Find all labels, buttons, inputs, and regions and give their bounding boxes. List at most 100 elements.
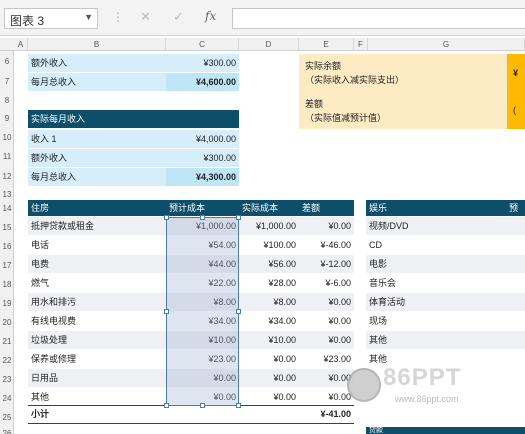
row-header[interactable]: 20 bbox=[0, 318, 14, 327]
entertainment-item-cell[interactable]: 现场 bbox=[366, 312, 506, 330]
actual-cost-cell[interactable]: ¥100.00 bbox=[239, 236, 299, 254]
expense-label-cell[interactable]: 保养或修理 bbox=[28, 350, 166, 368]
chevron-down-icon[interactable]: ▼ bbox=[84, 12, 93, 22]
row-header[interactable]: 18 bbox=[0, 280, 14, 289]
selection-handle[interactable] bbox=[236, 309, 241, 314]
actual-cost-cell[interactable]: ¥1,000.00 bbox=[239, 217, 299, 235]
income-label-cell[interactable]: 额外收入 bbox=[28, 54, 166, 72]
column-header-b[interactable]: B bbox=[28, 38, 166, 51]
expense-label-cell[interactable]: 其他 bbox=[28, 388, 166, 406]
actual-cost-cell[interactable]: ¥28.00 bbox=[239, 274, 299, 292]
actual-cost-cell[interactable]: ¥10.00 bbox=[239, 331, 299, 349]
actual-income-label-cell[interactable]: 额外收入 bbox=[28, 149, 166, 167]
row-header[interactable]: 10 bbox=[0, 133, 14, 142]
row-header[interactable]: 14 bbox=[0, 204, 14, 213]
row-header[interactable]: 15 bbox=[0, 223, 14, 232]
actual-income-title[interactable]: 实际每月收入 bbox=[28, 110, 239, 128]
column-header-g[interactable]: G bbox=[368, 38, 525, 51]
column-header-e[interactable]: E bbox=[299, 38, 354, 51]
entertainment-estimated-header[interactable]: 预计 bbox=[506, 200, 525, 216]
income-label-cell[interactable]: 每月总收入 bbox=[28, 73, 166, 91]
row-header[interactable]: 24 bbox=[0, 394, 14, 403]
row-header[interactable]: 21 bbox=[0, 337, 14, 346]
row-header[interactable]: 19 bbox=[0, 299, 14, 308]
expense-label-cell[interactable]: 有线电视费 bbox=[28, 312, 166, 330]
selection-handle[interactable] bbox=[236, 403, 241, 408]
selection-handle[interactable] bbox=[200, 403, 205, 408]
entertainment-header[interactable]: 娱乐 bbox=[366, 200, 506, 216]
insert-function-icon[interactable]: fx bbox=[205, 9, 216, 23]
difference-cell[interactable]: ¥-6.00 bbox=[299, 274, 354, 292]
difference-cell[interactable]: ¥0.00 bbox=[299, 217, 354, 235]
row-header[interactable]: 9 bbox=[0, 114, 14, 123]
income-value-cell[interactable]: ¥300.00 bbox=[166, 54, 239, 72]
column-header-d[interactable]: D bbox=[239, 38, 299, 51]
row-header[interactable]: 12 bbox=[0, 172, 14, 181]
selection-handle[interactable] bbox=[236, 215, 241, 220]
column-header-a[interactable]: A bbox=[14, 38, 28, 51]
actual-cost-cell[interactable]: ¥56.00 bbox=[239, 255, 299, 273]
selection-handle[interactable] bbox=[164, 309, 169, 314]
actual-cost-cell[interactable]: ¥0.00 bbox=[239, 388, 299, 406]
actual-income-value-cell[interactable]: ¥4,000.00 bbox=[166, 130, 239, 148]
entertainment-item-cell[interactable]: CD bbox=[366, 236, 506, 254]
difference-cell[interactable]: ¥0.00 bbox=[299, 312, 354, 330]
expense-label-cell[interactable]: 燃气 bbox=[28, 274, 166, 292]
actual-cost-cell[interactable]: ¥0.00 bbox=[239, 369, 299, 387]
housing-header[interactable]: 住房 bbox=[28, 200, 166, 216]
difference-header[interactable]: 差额 bbox=[299, 200, 354, 216]
actual-cost-cell[interactable]: ¥8.00 bbox=[239, 293, 299, 311]
row-header[interactable]: 11 bbox=[0, 152, 14, 161]
difference-cell[interactable]: ¥-12.00 bbox=[299, 255, 354, 273]
actual-income-total-cell[interactable]: ¥4,300.00 bbox=[166, 168, 239, 186]
balance-panel[interactable]: 实际余额 （实际收入减实际支出） bbox=[299, 54, 507, 92]
actual-cost-header[interactable]: 实际成本 bbox=[239, 200, 299, 216]
row-header[interactable]: 16 bbox=[0, 242, 14, 251]
column-header-f[interactable]: F bbox=[354, 38, 368, 51]
name-box[interactable]: 图表 3 ▼ bbox=[4, 8, 98, 29]
entertainment-item-cell[interactable]: 音乐会 bbox=[366, 274, 506, 292]
entertainment-item-cell[interactable]: 其他 bbox=[366, 331, 506, 349]
expense-label-cell[interactable]: 抵押贷款或租金 bbox=[28, 217, 166, 235]
expense-label-cell[interactable]: 日用品 bbox=[28, 369, 166, 387]
expense-label-cell[interactable]: 垃圾处理 bbox=[28, 331, 166, 349]
entertainment-item-cell[interactable]: 视频/DVD bbox=[366, 217, 506, 235]
difference-cell[interactable]: ¥-46.00 bbox=[299, 236, 354, 254]
expense-label-cell[interactable]: 电话 bbox=[28, 236, 166, 254]
actual-income-value-cell[interactable]: ¥300.00 bbox=[166, 149, 239, 167]
formula-input[interactable] bbox=[232, 8, 525, 29]
actual-income-label-cell[interactable]: 收入 1 bbox=[28, 130, 166, 148]
row-header[interactable]: 22 bbox=[0, 356, 14, 365]
entertainment-item-cell[interactable]: 电影 bbox=[366, 255, 506, 273]
actual-cost-cell[interactable]: ¥34.00 bbox=[239, 312, 299, 330]
expense-label-cell[interactable]: 用水和排污 bbox=[28, 293, 166, 311]
cancel-icon[interactable]: ✕ bbox=[140, 9, 151, 25]
expense-label-cell[interactable]: 电费 bbox=[28, 255, 166, 273]
selection-handle[interactable] bbox=[200, 215, 205, 220]
entertainment-item-cell[interactable]: 体育活动 bbox=[366, 293, 506, 311]
row-header[interactable]: 13 bbox=[0, 190, 14, 199]
loan-header-partial[interactable]: 贷款 bbox=[366, 427, 525, 434]
selection-handle[interactable] bbox=[164, 215, 169, 220]
estimated-cost-header[interactable]: 预计成本 bbox=[166, 200, 239, 216]
enter-icon[interactable]: ✓ bbox=[173, 9, 184, 25]
income-total-cell[interactable]: ¥4,600.00 bbox=[166, 73, 239, 91]
row-header[interactable]: 23 bbox=[0, 375, 14, 384]
difference-panel[interactable]: 差额 （实际值减预计值） bbox=[299, 92, 507, 129]
row-header[interactable]: 17 bbox=[0, 261, 14, 270]
difference-cell[interactable]: ¥0.00 bbox=[299, 331, 354, 349]
row-header[interactable]: 26 bbox=[0, 429, 14, 434]
actual-income-label-cell[interactable]: 每月总收入 bbox=[28, 168, 166, 186]
drag-handle-icon[interactable]: ⋮ bbox=[112, 10, 125, 24]
difference-cell[interactable]: ¥0.00 bbox=[299, 293, 354, 311]
row-header[interactable]: 25 bbox=[0, 413, 14, 422]
selection-handle[interactable] bbox=[164, 403, 169, 408]
subtotal-label[interactable]: 小计 bbox=[28, 405, 166, 423]
row-header[interactable]: 8 bbox=[0, 96, 14, 105]
cell-selection-range[interactable] bbox=[166, 217, 239, 406]
actual-cost-cell[interactable]: ¥0.00 bbox=[239, 350, 299, 368]
column-header-c[interactable]: C bbox=[166, 38, 239, 51]
difference-value-cell[interactable]: ( bbox=[507, 92, 525, 129]
row-header[interactable]: 6 bbox=[0, 57, 14, 66]
balance-value-cell[interactable]: ¥ bbox=[507, 54, 525, 92]
